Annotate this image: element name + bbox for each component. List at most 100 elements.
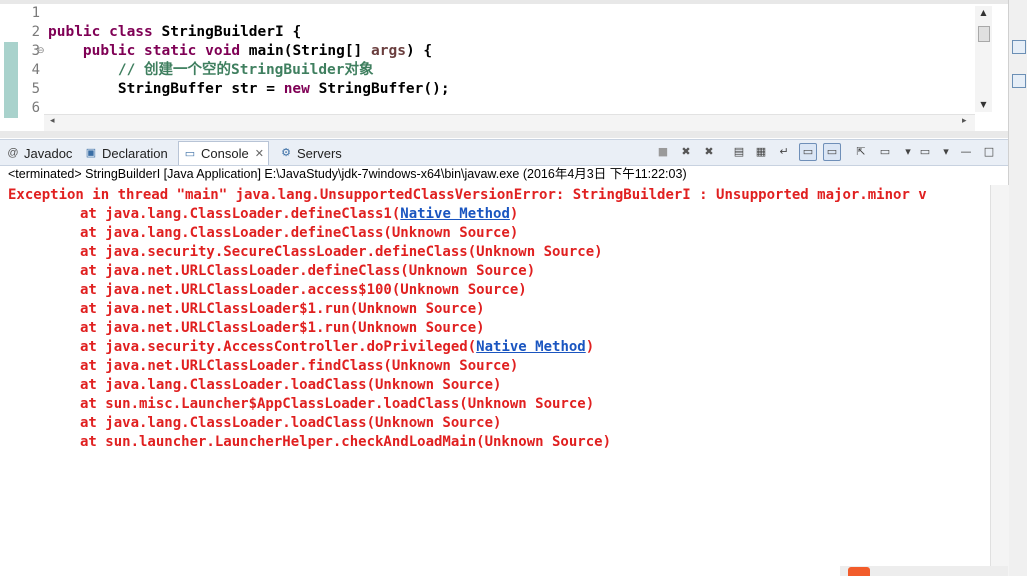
- code-line: StringBuffer str = new StringBuffer();: [48, 80, 450, 99]
- scrollbar-thumb[interactable]: [978, 26, 990, 42]
- stack-frame-text: at java.security.SecureClassLoader.defin…: [80, 244, 603, 260]
- stack-trace-line: at sun.misc.Launcher$AppClassLoader.load…: [80, 395, 594, 414]
- code-token: StringBuilderI {: [161, 24, 302, 40]
- clear-console-icon[interactable]: ▤: [731, 144, 747, 160]
- tab-javadoc[interactable]: @ Javadoc: [6, 142, 72, 164]
- stack-frame-text: at java.net.URLClassLoader.access$100(Un…: [80, 282, 527, 298]
- stack-frame-text: at sun.launcher.LauncherHelper.checkAndL…: [80, 434, 612, 450]
- stack-trace-line: at java.net.URLClassLoader$1.run(Unknown…: [80, 300, 485, 319]
- servers-icon: ⚙: [281, 147, 291, 159]
- scroll-lock-icon[interactable]: ▦: [753, 144, 769, 160]
- word-wrap-icon[interactable]: ↵: [776, 144, 792, 160]
- stack-frame-text: at java.lang.ClassLoader.defineClass1(: [80, 206, 401, 222]
- stack-frame-text: at java.net.URLClassLoader.defineClass(U…: [80, 263, 536, 279]
- code-line: public static void main(String[] args) {: [48, 42, 432, 61]
- stack-frame-suffix: ): [509, 206, 519, 222]
- stack-frame-text: at java.net.URLClassLoader.findClass(Unk…: [80, 358, 519, 374]
- maximize-icon[interactable]: □: [981, 144, 997, 160]
- display-selected-console-dropdown-icon[interactable]: ▾: [900, 144, 916, 160]
- close-icon[interactable]: ✕: [255, 147, 264, 160]
- tab-label: Javadoc: [24, 145, 73, 161]
- native-method-link[interactable]: Native Method: [400, 206, 510, 222]
- stack-frame-text: at sun.misc.Launcher$AppClassLoader.load…: [80, 396, 595, 412]
- show-console-on-stdout-icon[interactable]: ▭: [799, 143, 817, 161]
- stack-trace-line: at java.lang.ClassLoader.defineClass(Unk…: [80, 224, 518, 243]
- stack-frame-text: at java.net.URLClassLoader$1.run(Unknown…: [80, 301, 485, 317]
- stack-trace-line: at java.net.URLClassLoader.access$100(Un…: [80, 281, 527, 300]
- minimize-icon[interactable]: —: [958, 144, 974, 160]
- view-tab-bar: @ Javadoc ▣ Declaration ▭ Console ✕ ⚙ Servers ■ ✖ ✖…: [0, 139, 1008, 166]
- display-selected-console-icon[interactable]: ▭: [877, 144, 893, 160]
- scroll-right-icon[interactable]: ▸: [962, 116, 967, 126]
- javadoc-icon: @: [7, 147, 19, 159]
- stack-frame-text: at java.lang.ClassLoader.loadClass(Unkno…: [80, 415, 502, 431]
- remove-launch-icon[interactable]: ✖: [678, 144, 694, 160]
- code-area[interactable]: public class StringBuilderI { public sta…: [48, 4, 968, 114]
- stack-trace-line: at java.lang.ClassLoader.loadClass(Unkno…: [80, 414, 501, 433]
- code-token: args: [371, 43, 406, 59]
- tab-console[interactable]: ▭ Console ✕: [178, 141, 269, 165]
- task-list-icon[interactable]: [1012, 74, 1026, 88]
- app-logo-icon: [848, 567, 870, 576]
- code-token: public class: [48, 24, 162, 40]
- console-launch-header: <terminated> StringBuilderI [Java Applic…: [8, 167, 687, 181]
- line-number: 6: [31, 100, 40, 116]
- console-vertical-scrollbar[interactable]: [990, 185, 1009, 576]
- editor-bottom-edge: [0, 131, 1008, 138]
- tab-label: Servers: [297, 145, 342, 161]
- line-number: 4: [31, 62, 40, 78]
- code-token: StringBuffer str =: [48, 81, 284, 97]
- pin-console-icon[interactable]: ⇱: [853, 144, 869, 160]
- stack-frame-suffix: ): [585, 339, 595, 355]
- scroll-down-icon[interactable]: ▼: [975, 100, 992, 109]
- fold-collapse-icon[interactable]: ⊖: [37, 46, 45, 56]
- stack-trace-line: at java.security.SecureClassLoader.defin…: [80, 243, 603, 262]
- line-number: 5: [31, 81, 40, 97]
- open-console-dropdown-icon[interactable]: ▾: [938, 144, 954, 160]
- line-number-gutter: 1 2 3 ⊖ 4 5 6: [0, 4, 45, 118]
- stack-frame-text: at java.lang.ClassLoader.defineClass(Unk…: [80, 225, 519, 241]
- stack-frame-text: at java.net.URLClassLoader$1.run(Unknown…: [80, 320, 485, 336]
- code-line: // 创建一个空的StringBuilder对象: [48, 61, 374, 80]
- console-output[interactable]: Exception in thread "main" java.lang.Uns…: [0, 185, 990, 576]
- code-token: StringBuffer();: [318, 81, 450, 97]
- stack-trace-line: at java.net.URLClassLoader$1.run(Unknown…: [80, 319, 485, 338]
- code-token: public static void: [82, 43, 249, 59]
- console-icon: ▭: [184, 147, 196, 160]
- tab-label: Declaration: [102, 145, 168, 161]
- right-trim-bar: [1008, 0, 1027, 576]
- code-editor[interactable]: 1 2 3 ⊖ 4 5 6 public class StringBuilderI { pu…: [0, 0, 1008, 138]
- open-console-icon[interactable]: ▭: [917, 144, 933, 160]
- native-method-link[interactable]: Native Method: [476, 339, 586, 355]
- line-number: 1: [31, 5, 40, 21]
- editor-horizontal-scrollbar[interactable]: ◂ ▸: [44, 114, 975, 131]
- code-token: ) {: [405, 43, 433, 59]
- outline-view-icon[interactable]: [1012, 40, 1026, 54]
- change-marker-bar: [4, 42, 18, 118]
- stack-frame-text: at java.security.AccessController.doPriv…: [80, 339, 477, 355]
- code-token: // 创建一个空的StringBuilder对象: [48, 62, 374, 78]
- code-token: new: [283, 81, 319, 97]
- stack-trace-line: at sun.launcher.LauncherHelper.checkAndL…: [80, 433, 611, 452]
- stack-trace-line: at java.net.URLClassLoader.findClass(Unk…: [80, 357, 518, 376]
- stack-trace-line: at java.lang.ClassLoader.loadClass(Unkno…: [80, 376, 501, 395]
- scroll-left-icon[interactable]: ◂: [50, 116, 55, 126]
- code-line: public class StringBuilderI {: [48, 23, 301, 42]
- tab-servers[interactable]: ⚙ Servers: [279, 142, 342, 164]
- stack-trace-line: at java.net.URLClassLoader.defineClass(U…: [80, 262, 535, 281]
- code-token: main(String[]: [248, 43, 372, 59]
- stack-trace-line: at java.security.AccessController.doPriv…: [80, 338, 594, 357]
- line-number: 2: [31, 24, 40, 40]
- stack-trace-line: at java.lang.ClassLoader.defineClass1(Na…: [80, 205, 518, 224]
- terminate-icon[interactable]: ■: [655, 144, 671, 160]
- editor-vertical-scrollbar[interactable]: ▲ ▼: [975, 6, 992, 112]
- tab-label: Console: [201, 146, 249, 161]
- show-console-on-stderr-icon[interactable]: ▭: [823, 143, 841, 161]
- exception-line: Exception in thread "main" java.lang.Uns…: [8, 187, 927, 203]
- scroll-up-icon[interactable]: ▲: [975, 8, 992, 17]
- remove-all-terminated-icon[interactable]: ✖: [701, 144, 717, 160]
- stack-frame-text: at java.lang.ClassLoader.loadClass(Unkno…: [80, 377, 502, 393]
- declaration-icon: ▣: [85, 147, 97, 159]
- tab-declaration[interactable]: ▣ Declaration: [84, 142, 168, 164]
